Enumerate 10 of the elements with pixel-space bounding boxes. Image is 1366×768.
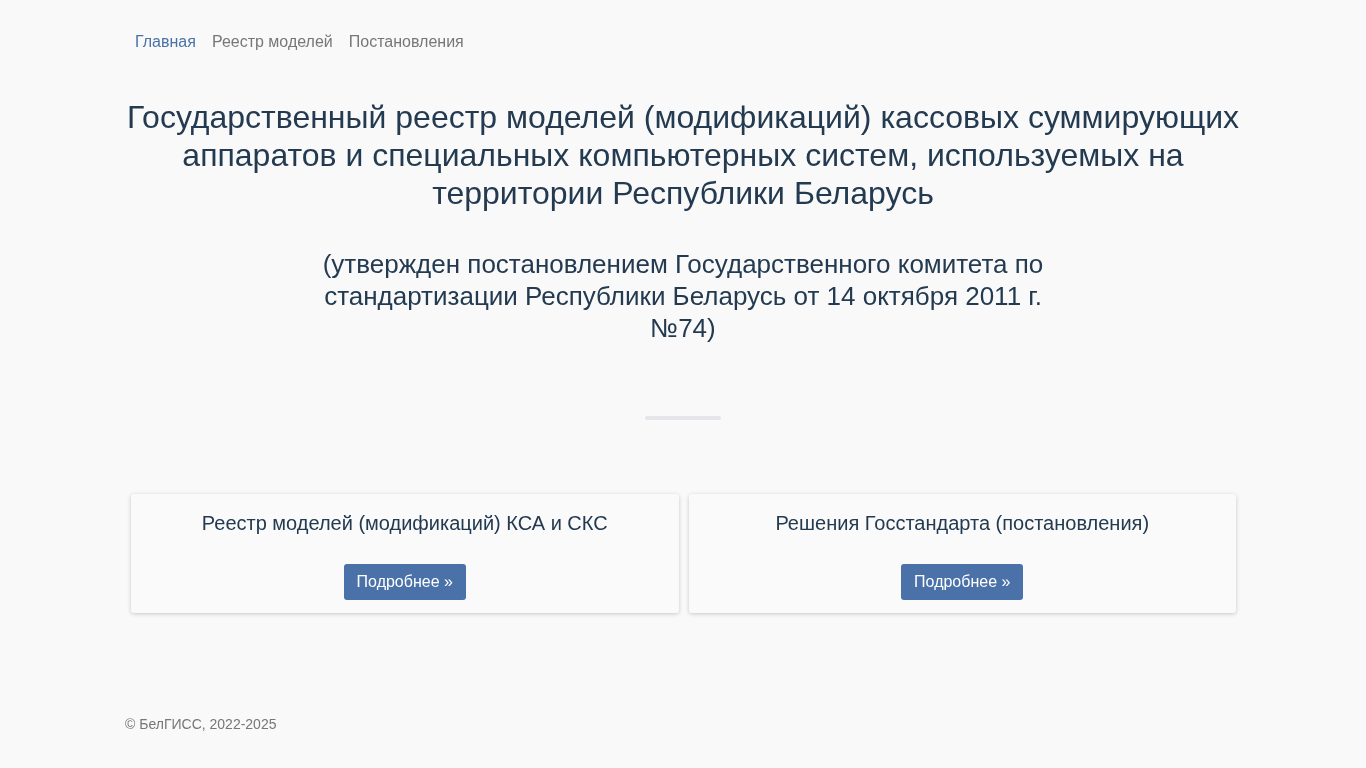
nav-link[interactable]: Реестр моделей bbox=[203, 30, 341, 54]
footer-copyright: © БелГИСС, 2022-2025 bbox=[125, 716, 278, 732]
card-title: Реестр моделей (модификаций) КСА и СКС bbox=[201, 511, 608, 535]
details-button[interactable]: Подробнее » bbox=[901, 564, 1024, 600]
page-title: Государственный реестр моделей (модификаций) кассовых суммирующих аппаратов и специальных компьютерных систем, используемых на территории Республики Беларусь bbox=[125, 98, 1241, 212]
nav-link[interactable]: Постановления bbox=[340, 30, 472, 54]
card-title: Решения Госстандарта (постановления) bbox=[775, 511, 1150, 535]
page-subtitle: (утвержден постановлением Государственного комитета по стандартизации Республики Беларусь от 14 октября 2011 г. №74) bbox=[321, 248, 1045, 344]
details-button[interactable]: Подробнее » bbox=[343, 564, 466, 600]
nav-link[interactable]: Главная bbox=[127, 30, 204, 54]
